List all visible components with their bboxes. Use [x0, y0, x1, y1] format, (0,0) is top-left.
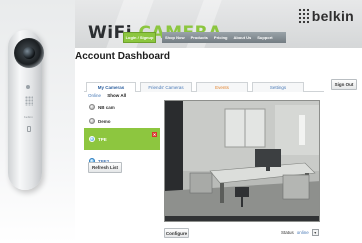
refresh-list-button[interactable]: Refresh List [88, 162, 122, 173]
page-title: Account Dashboard [75, 51, 171, 62]
video-feed-image [165, 101, 319, 221]
camera-offline-icon [89, 104, 95, 110]
nav-about-us[interactable]: About Us [230, 35, 254, 40]
camera-video-feed[interactable] [164, 100, 320, 222]
tab-my-cameras[interactable]: My Cameras [86, 82, 136, 92]
camera-led [26, 85, 30, 89]
delete-icon[interactable]: ✕ [152, 132, 157, 137]
belkin-dots-icon [297, 8, 309, 24]
camera-brand-text: belkin [24, 115, 34, 119]
nav-support[interactable]: Support [254, 35, 275, 40]
tab-settings[interactable]: Settings [252, 82, 304, 92]
status-value: online [296, 230, 309, 235]
configure-button[interactable]: Configure [164, 228, 189, 238]
filter-show-all[interactable]: Show All [107, 93, 126, 98]
status-label: Status [281, 230, 294, 235]
status-row: Status online ▾ [281, 229, 319, 236]
belkin-logo-text: belkin [311, 8, 354, 24]
camera-filters: Online Show All [88, 93, 126, 98]
filter-online-link[interactable]: Online [88, 93, 101, 98]
list-item[interactable]: NB cam [84, 100, 160, 114]
camera-slot [27, 126, 31, 132]
nav-products[interactable]: Products [188, 35, 211, 40]
tab-events[interactable]: Events [196, 82, 248, 92]
camera-lens-center [23, 47, 35, 59]
login-signup-button[interactable]: Login / Signup [123, 32, 156, 43]
camera-name: NB cam [98, 104, 115, 110]
sign-out-button[interactable]: Sign Out [331, 79, 357, 90]
dashboard-tabs: My Cameras Friends' Cameras Events Setti… [84, 82, 324, 92]
camera-name: Demo [98, 118, 111, 124]
belkin-logo[interactable]: belkin [297, 8, 354, 24]
list-item[interactable]: Demo [84, 114, 160, 128]
nav-shop-now[interactable]: Shop Now [162, 35, 188, 40]
list-item-selected[interactable]: TPE ✕ [84, 128, 160, 150]
tab-friends-cameras[interactable]: Friends' Cameras [140, 82, 192, 92]
camera-offline-icon [89, 118, 95, 124]
camera-online-icon [89, 136, 95, 142]
status-dropdown-icon[interactable]: ▾ [311, 229, 319, 236]
hero-camera-image: belkin [0, 0, 75, 243]
top-nav: Shop Now Products Pricing About Us Suppo… [162, 32, 286, 43]
camera-speaker-icon [25, 96, 33, 106]
nav-pricing[interactable]: Pricing [211, 35, 231, 40]
camera-name: TPE [98, 136, 107, 142]
video-controls-bar [165, 216, 319, 221]
